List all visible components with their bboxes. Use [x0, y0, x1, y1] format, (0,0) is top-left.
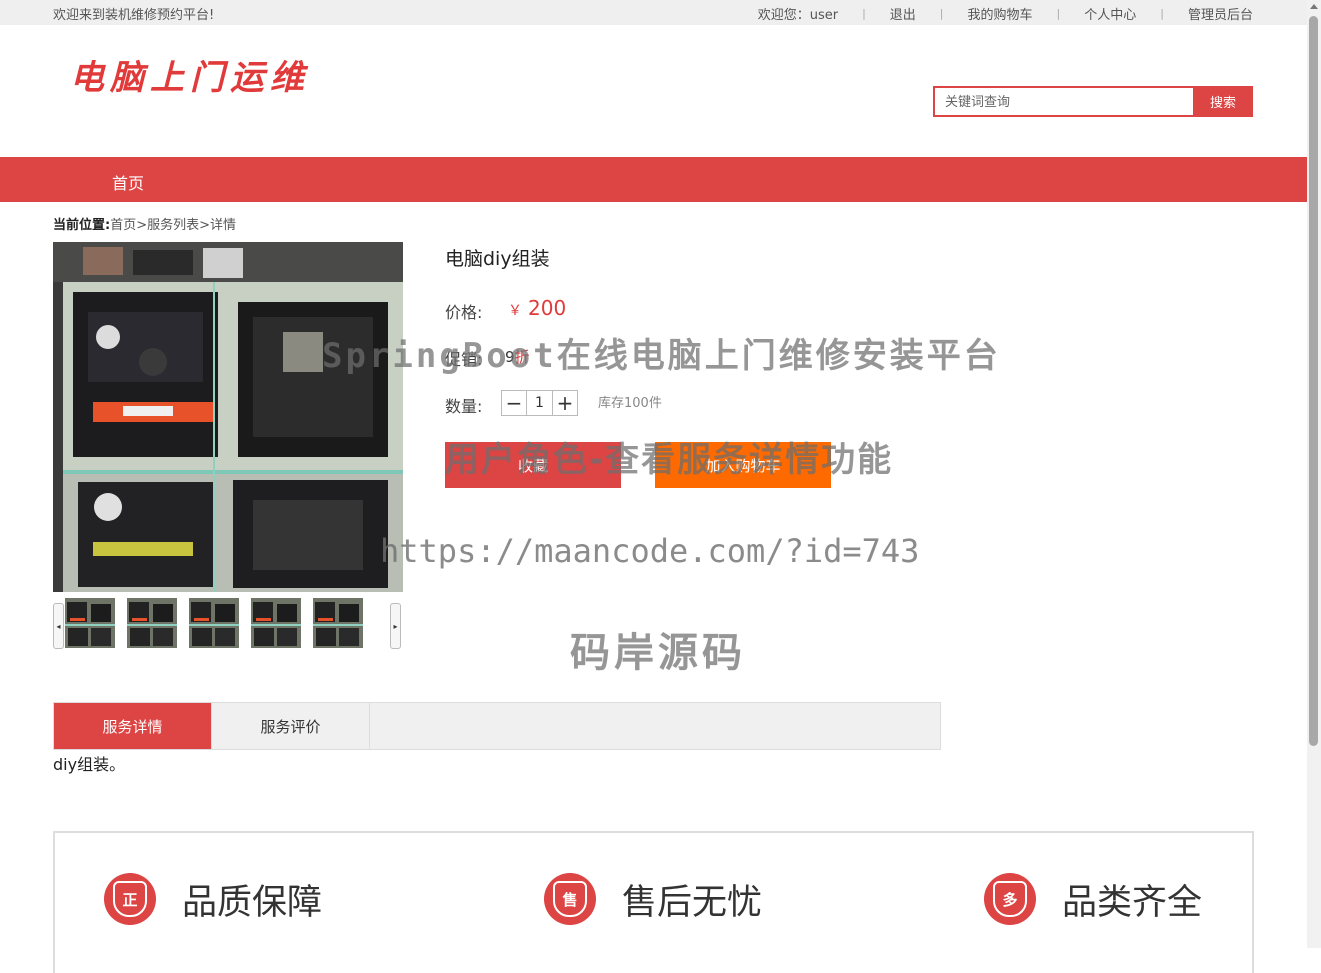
detail-tabs: 服务详情 服务评价: [53, 702, 941, 750]
nav-home[interactable]: 首页: [112, 170, 144, 194]
quantity-stepper: − 1 +: [501, 390, 578, 416]
quantity-input[interactable]: 1: [527, 390, 552, 416]
product-main-image: [53, 242, 403, 592]
search-bar: 搜索: [933, 86, 1253, 117]
watermark-url: https://maancode.com/?id=743: [380, 532, 920, 570]
favorite-button[interactable]: 收藏: [445, 442, 621, 488]
currency-symbol: ￥: [508, 303, 522, 319]
breadcrumb-sep: >: [199, 218, 211, 233]
nav-separator: |: [862, 7, 866, 20]
promo-number: 9: [505, 348, 515, 366]
thumbnail-strip: ◂ ▸: [53, 598, 401, 649]
feature-strip: 正 品质保障 售 售后无忧 多 品类齐全: [53, 831, 1254, 973]
thumbnail-image[interactable]: [65, 598, 115, 648]
top-bar: 欢迎来到装机维修预约平台! 欢迎您：user | 退出 | 我的购物车 | 个人…: [0, 0, 1307, 25]
quality-glyph: 正: [113, 881, 147, 917]
feature-quality: 正 品质保障: [104, 873, 322, 925]
scrollbar-thumb[interactable]: [1309, 16, 1318, 746]
thumbnail-prev-button[interactable]: ◂: [53, 603, 64, 649]
tab-service-reviews[interactable]: 服务评价: [212, 703, 370, 749]
promo-unit: 折: [514, 348, 530, 366]
feature-label: 售后无忧: [622, 882, 763, 923]
user-greeting: 欢迎您：user: [757, 8, 839, 23]
scroll-up-arrow-icon[interactable]: [1310, 4, 1318, 9]
variety-glyph: 多: [993, 881, 1027, 917]
thumbnail-image[interactable]: [251, 598, 301, 648]
feature-after-sales: 售 售后无忧: [544, 873, 762, 925]
after-sales-shield-icon: 售: [544, 873, 596, 925]
breadcrumb-service-list[interactable]: 服务列表: [147, 218, 199, 233]
nav-separator: |: [939, 7, 944, 20]
add-to-cart-button[interactable]: 加入购物车: [655, 442, 831, 488]
product-title: 电脑diy组装: [445, 248, 550, 270]
breadcrumb-label: 当前位置:: [53, 218, 111, 233]
tab-service-details[interactable]: 服务详情: [54, 703, 212, 749]
search-button[interactable]: 搜索: [1193, 86, 1253, 117]
quantity-plus-button[interactable]: +: [552, 390, 578, 416]
breadcrumb-sep: >: [136, 218, 148, 233]
feature-variety: 多 品类齐全: [984, 873, 1202, 925]
stock-text: 库存100件: [598, 396, 662, 411]
site-logo[interactable]: 电脑上门运维: [70, 50, 310, 99]
nav-separator: |: [1056, 7, 1061, 20]
vertical-scrollbar[interactable]: [1307, 0, 1321, 948]
watermark-brand: 码岸源码: [570, 630, 746, 676]
profile-link[interactable]: 个人中心: [1084, 4, 1136, 23]
feature-label: 品质保障: [182, 882, 323, 923]
thumbnail-image[interactable]: [313, 598, 363, 648]
thumbnail-image[interactable]: [189, 598, 239, 648]
quantity-label: 数量:: [445, 397, 483, 416]
variety-shield-icon: 多: [984, 873, 1036, 925]
nav-separator: |: [1160, 7, 1164, 20]
product-price: ￥ 200: [508, 296, 566, 320]
thumbnail-image[interactable]: [127, 598, 177, 648]
promo-label: 促销:: [445, 350, 483, 369]
cart-link[interactable]: 我的购物车: [968, 4, 1033, 23]
price-label: 价格:: [445, 303, 483, 322]
breadcrumb-home[interactable]: 首页: [110, 218, 136, 233]
search-input[interactable]: [933, 86, 1193, 117]
promo-value: 9折: [505, 346, 530, 367]
service-description: diy组装。: [53, 755, 126, 774]
breadcrumb: 当前位置:首页>服务列表>详情: [53, 214, 236, 233]
admin-link[interactable]: 管理员后台: [1188, 4, 1253, 23]
welcome-text: 欢迎来到装机维修预约平台!: [53, 8, 215, 23]
watermark-title: SpringBoot在线电脑上门维修安装平台: [322, 336, 1001, 376]
feature-label: 品类齐全: [1062, 882, 1203, 923]
breadcrumb-current: 详情: [210, 218, 237, 233]
quantity-minus-button[interactable]: −: [501, 390, 527, 416]
main-nav: 首页: [0, 157, 1307, 202]
logout-link[interactable]: 退出: [890, 4, 916, 23]
top-nav: 欢迎您：user | 退出 | 我的购物车 | 个人中心 | 管理员后台: [758, 4, 1253, 23]
thumbnail-next-button[interactable]: ▸: [390, 603, 401, 649]
quality-shield-icon: 正: [104, 873, 156, 925]
after-sales-glyph: 售: [553, 881, 587, 917]
price-value: 200: [528, 296, 567, 320]
